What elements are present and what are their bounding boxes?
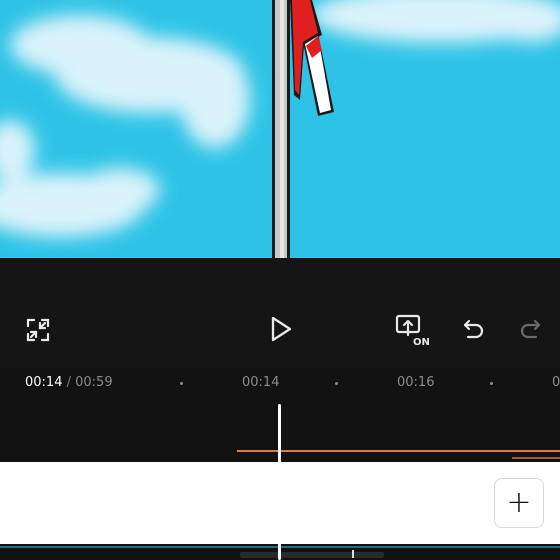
redo-button[interactable] xyxy=(516,316,544,344)
player-toolbar: ON xyxy=(0,258,560,368)
play-icon xyxy=(271,316,292,342)
video-preview[interactable] xyxy=(0,0,560,258)
playhead[interactable] xyxy=(278,404,281,560)
ruler-tick-label: 00:14 xyxy=(242,375,280,390)
time-ruler[interactable]: 00:14 / 00:59 00:14 00:16 0 xyxy=(0,368,560,400)
fullscreen-button[interactable] xyxy=(24,316,52,344)
plus-icon: + xyxy=(506,485,532,520)
clip-thumbnail-strip xyxy=(240,552,384,558)
ruler-tick-label: 00:16 xyxy=(397,375,435,390)
redo-icon xyxy=(520,319,541,339)
keyframe-badge: ON xyxy=(413,337,430,348)
keyframe-on-icon: ON xyxy=(395,314,430,348)
ruler-dot xyxy=(180,382,183,385)
play-button[interactable] xyxy=(266,314,296,344)
add-clip-button[interactable]: + xyxy=(494,478,544,528)
time-display: 00:14 / 00:59 xyxy=(25,375,113,390)
ruler-dot xyxy=(490,382,493,385)
current-time: 00:14 xyxy=(25,375,63,390)
undo-button[interactable] xyxy=(460,316,488,344)
ruler-tick-label: 0 xyxy=(552,375,560,390)
fullscreen-icon xyxy=(26,318,50,342)
clip-marker xyxy=(352,550,354,558)
undo-icon xyxy=(463,319,484,339)
keyframe-toggle-button[interactable]: ON xyxy=(394,313,434,349)
ruler-dot xyxy=(335,382,338,385)
time-separator: / xyxy=(62,375,76,390)
total-time: 00:59 xyxy=(75,375,113,390)
audio-track-line[interactable] xyxy=(512,457,560,459)
preview-frame xyxy=(0,0,560,258)
audio-track-line[interactable] xyxy=(237,450,560,452)
